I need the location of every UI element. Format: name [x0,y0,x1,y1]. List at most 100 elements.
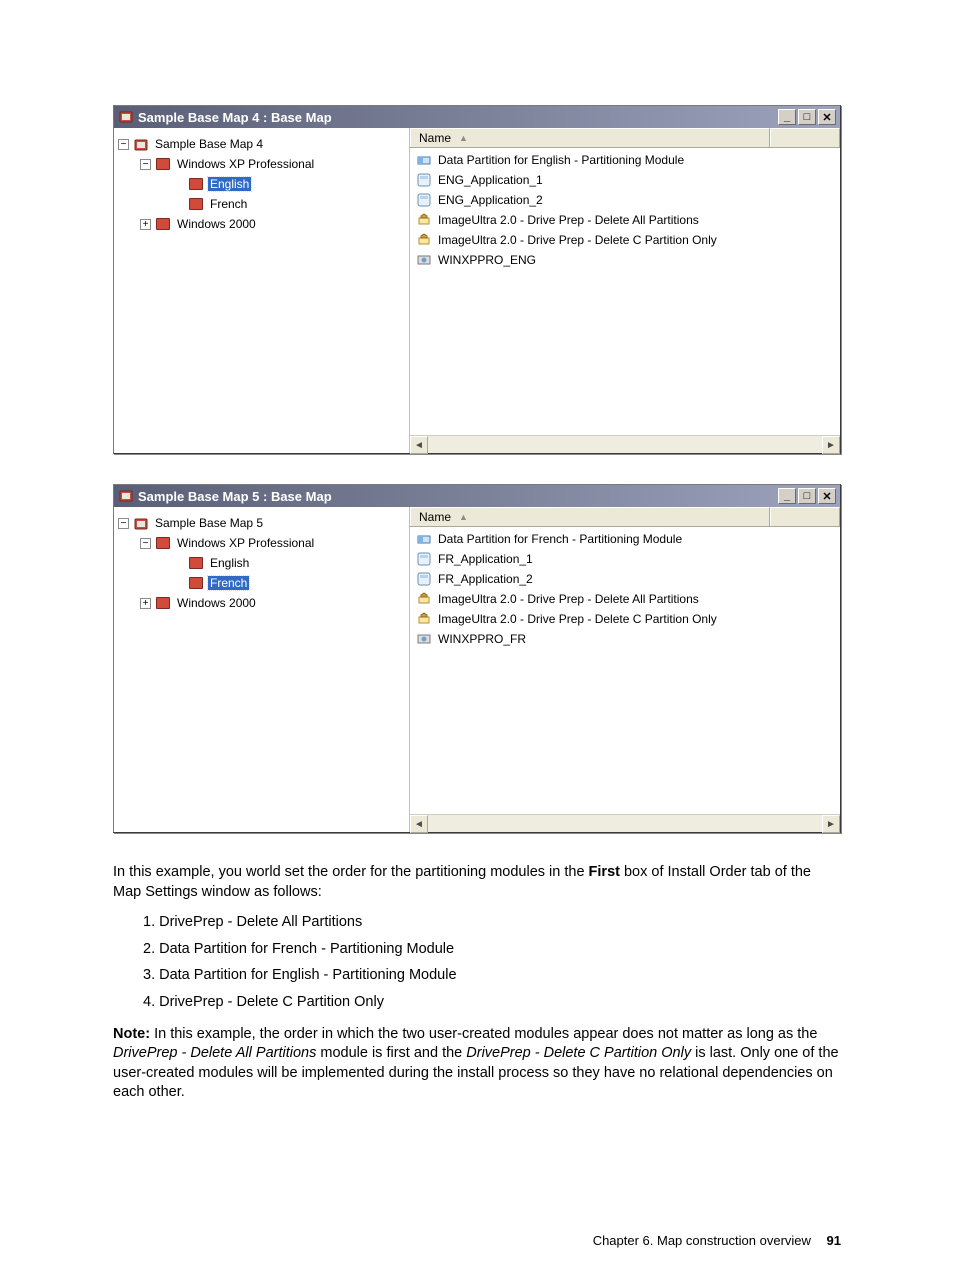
list-item-label: FR_Application_1 [438,552,533,566]
folder-icon [188,177,204,191]
list-item[interactable]: ImageUltra 2.0 - Drive Prep - Delete C P… [414,609,836,629]
folder-icon [155,596,171,610]
prep-icon [416,611,432,627]
tree-item-english[interactable]: English [118,174,405,194]
window-title: Sample Base Map 5 : Base Map [138,489,332,504]
folder-icon [155,157,171,171]
expander-icon[interactable]: − [118,139,129,150]
tree-item-winxp[interactable]: − Windows XP Professional [118,154,405,174]
horizontal-scrollbar[interactable]: ◄ ► [410,435,840,453]
tree-root[interactable]: − Sample Base Map 5 [118,513,405,533]
list-panel: Name ▲ Data Partition for English - Part… [410,128,840,453]
horizontal-scrollbar[interactable]: ◄ ► [410,814,840,832]
note-label: Note: [113,1026,150,1042]
tree-item-winxp[interactable]: − Windows XP Professional [118,533,405,553]
os-icon [416,252,432,268]
paragraph-intro: In this example, you world set the order… [113,863,841,902]
list-item[interactable]: ENG_Application_2 [414,190,836,210]
prep-icon [416,232,432,248]
close-button[interactable]: ✕ [818,109,836,125]
tree-item-french[interactable]: French [118,573,405,593]
scroll-right-button[interactable]: ► [822,815,840,833]
italic: DrivePrep - Delete C Partition Only [466,1045,691,1061]
tree-panel: − Sample Base Map 4 − Windows XP Profess… [114,128,410,453]
tree-item-win2000[interactable]: + Windows 2000 [118,214,405,234]
tree-label: English [208,177,251,191]
tree-item-english[interactable]: English [118,553,405,573]
list-item-label: WINXPPRO_ENG [438,253,536,267]
column-header-spacer [770,128,840,147]
column-header-spacer [770,507,840,526]
sort-ascending-icon: ▲ [459,133,468,143]
list-item[interactable]: FR_Application_2 [414,569,836,589]
expander-icon[interactable]: − [140,538,151,549]
list-item[interactable]: ImageUltra 2.0 - Drive Prep - Delete All… [414,589,836,609]
list-item-label: WINXPPRO_FR [438,632,526,646]
expander-icon[interactable]: + [140,219,151,230]
list-item[interactable]: ImageUltra 2.0 - Drive Prep - Delete C P… [414,230,836,250]
column-header-name[interactable]: Name ▲ [410,507,770,526]
list-item[interactable]: Data Partition for English - Partitionin… [414,150,836,170]
tree-item-win2000[interactable]: + Windows 2000 [118,593,405,613]
tree-label: Sample Base Map 4 [153,137,265,151]
list-item[interactable]: ImageUltra 2.0 - Drive Prep - Delete All… [414,210,836,230]
column-header-label: Name [419,510,451,524]
ordered-list: 1. DrivePrep - Delete All Partitions 2. … [143,910,841,1015]
scrollbar-track[interactable] [428,436,822,453]
os-icon [416,631,432,647]
chapter-label: Chapter 6. Map construction overview [593,1233,811,1248]
sort-ascending-icon: ▲ [459,512,468,522]
tree-label: English [208,556,251,570]
map-icon [118,488,134,504]
list-panel: Name ▲ Data Partition for French - Parti… [410,507,840,832]
folder-icon [188,197,204,211]
italic: DrivePrep - Delete All Partitions [113,1045,316,1061]
expander-icon[interactable]: + [140,598,151,609]
list-item: 1. DrivePrep - Delete All Partitions [143,910,841,935]
window-titlebar[interactable]: Sample Base Map 5 : Base Map _ □ ✕ [114,485,840,507]
prep-icon [416,591,432,607]
window-sample-base-map-5: Sample Base Map 5 : Base Map _ □ ✕ − Sam… [113,484,841,833]
column-header-name[interactable]: Name ▲ [410,128,770,147]
app-icon [416,551,432,567]
tree-label: French [208,576,249,590]
list-item-label: ImageUltra 2.0 - Drive Prep - Delete C P… [438,233,717,247]
map-icon [133,137,149,151]
expander-icon[interactable]: − [140,159,151,170]
list-item[interactable]: WINXPPRO_FR [414,629,836,649]
minimize-button[interactable]: _ [778,109,796,125]
scroll-left-button[interactable]: ◄ [410,815,428,833]
prep-icon [416,212,432,228]
list-item: 3. Data Partition for English - Partitio… [143,963,841,988]
tree-label: Windows 2000 [175,596,258,610]
list-item: 2. Data Partition for French - Partition… [143,937,841,962]
window-titlebar[interactable]: Sample Base Map 4 : Base Map _ □ ✕ [114,106,840,128]
tree-root[interactable]: − Sample Base Map 4 [118,134,405,154]
tree-label: Windows XP Professional [175,157,316,171]
list-item-label: Data Partition for French - Partitioning… [438,532,682,546]
list-item[interactable]: WINXPPRO_ENG [414,250,836,270]
app-icon [416,192,432,208]
minimize-button[interactable]: _ [778,488,796,504]
maximize-button[interactable]: □ [798,488,816,504]
list-item[interactable]: Data Partition for French - Partitioning… [414,529,836,549]
folder-icon [188,576,204,590]
note-paragraph: Note: In this example, the order in whic… [113,1025,841,1103]
tree-label: French [208,197,249,211]
scroll-right-button[interactable]: ► [822,436,840,454]
list-item-label: FR_Application_2 [438,572,533,586]
expander-icon[interactable]: − [118,518,129,529]
partition-icon [416,152,432,168]
close-button[interactable]: ✕ [818,488,836,504]
list-item[interactable]: ENG_Application_1 [414,170,836,190]
maximize-button[interactable]: □ [798,109,816,125]
folder-icon [155,217,171,231]
list-item-label: Data Partition for English - Partitionin… [438,153,684,167]
window-sample-base-map-4: Sample Base Map 4 : Base Map _ □ ✕ − Sam… [113,105,841,454]
scroll-left-button[interactable]: ◄ [410,436,428,454]
map-icon [133,516,149,530]
list-item[interactable]: FR_Application_1 [414,549,836,569]
tree-item-french[interactable]: French [118,194,405,214]
folder-icon [188,556,204,570]
scrollbar-track[interactable] [428,815,822,832]
